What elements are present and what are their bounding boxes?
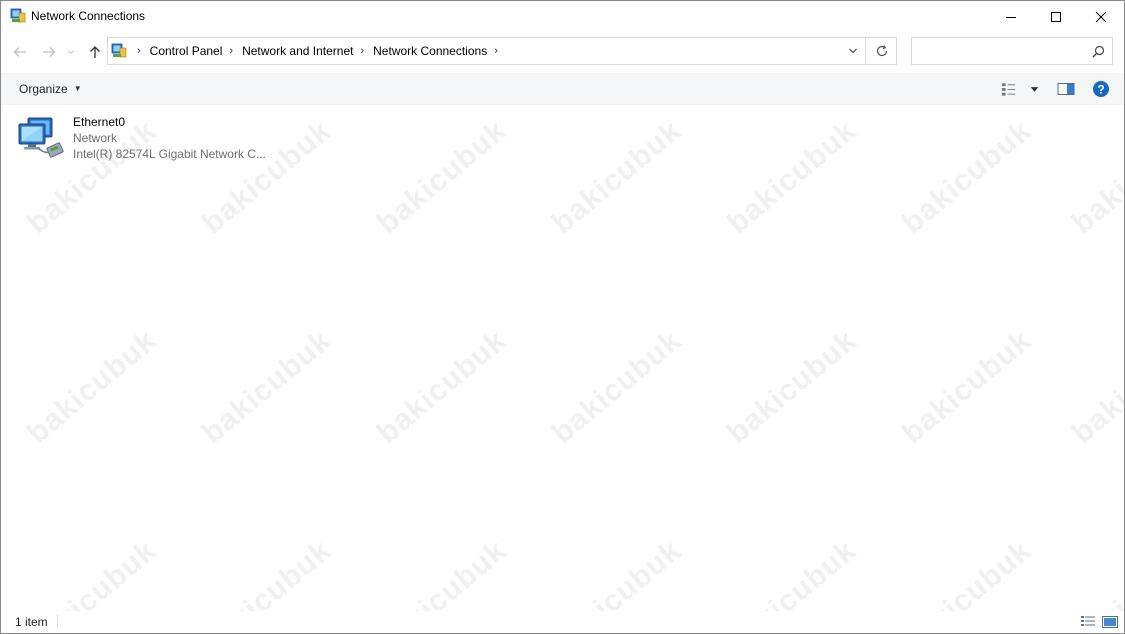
connection-adapter: Intel(R) 82574L Gigabit Network C... bbox=[73, 147, 266, 161]
connection-details: Ethernet0 Network Intel(R) 82574L Gigabi… bbox=[73, 114, 266, 162]
close-button[interactable] bbox=[1078, 1, 1124, 32]
network-adapter-icon bbox=[18, 117, 64, 158]
refresh-icon bbox=[876, 45, 888, 57]
view-options-icon bbox=[1001, 83, 1016, 96]
breadcrumb-separator[interactable]: › bbox=[130, 45, 150, 57]
help-icon: ? bbox=[1093, 81, 1109, 97]
arrow-left-icon bbox=[13, 47, 26, 57]
breadcrumb-separator[interactable]: › bbox=[487, 45, 507, 57]
connection-network: Network bbox=[73, 131, 118, 145]
address-bar[interactable]: › Control Panel › Network and Internet ›… bbox=[107, 37, 897, 65]
caret-down-icon bbox=[1030, 87, 1039, 92]
navigation-bar: › Control Panel › Network and Internet ›… bbox=[1, 32, 1124, 72]
command-bar: Organize ▼ ? bbox=[1, 73, 1124, 105]
watermark: bakicubuk bbox=[546, 113, 688, 241]
maximize-icon bbox=[1051, 11, 1061, 22]
breadcrumb-control-panel[interactable]: Control Panel bbox=[150, 44, 223, 58]
minimize-icon bbox=[1006, 16, 1016, 18]
up-button[interactable] bbox=[85, 42, 105, 62]
window-title: Network Connections bbox=[31, 9, 146, 23]
caret-down-icon: ▼ bbox=[73, 84, 82, 93]
network-connections-icon bbox=[10, 8, 26, 23]
file-list[interactable]: bakicubuk bakicubuk bakicubuk bakicubuk … bbox=[1, 105, 1125, 633]
watermark: bakicubuk bbox=[896, 323, 1038, 451]
watermark: bakicubuk bbox=[896, 113, 1038, 241]
breadcrumb-separator[interactable]: › bbox=[353, 45, 373, 57]
address-history-button[interactable] bbox=[842, 38, 864, 64]
explorer-window: Network Connections › Control Panel › Ne… bbox=[0, 0, 1125, 634]
control-panel-icon bbox=[111, 43, 127, 58]
organize-label: Organize bbox=[19, 81, 68, 96]
address-divider bbox=[865, 38, 866, 64]
search-box[interactable] bbox=[911, 37, 1113, 65]
chevron-down-icon bbox=[67, 50, 75, 55]
help-button[interactable]: ? bbox=[1091, 79, 1111, 99]
status-divider bbox=[57, 615, 58, 629]
breadcrumb-network-connections[interactable]: Network Connections bbox=[373, 44, 487, 58]
forward-button[interactable] bbox=[39, 42, 59, 62]
preview-pane-button[interactable] bbox=[1055, 79, 1077, 99]
arrow-right-icon bbox=[43, 47, 56, 57]
search-icon[interactable] bbox=[1092, 45, 1105, 58]
status-bar: 1 item bbox=[1, 611, 1124, 633]
arrow-up-icon bbox=[90, 46, 100, 58]
chevron-down-icon bbox=[849, 48, 857, 54]
organize-button[interactable]: Organize ▼ bbox=[13, 73, 88, 104]
watermark: bakicubuk bbox=[1066, 323, 1125, 451]
change-view-button[interactable] bbox=[1000, 78, 1042, 100]
svg-text:?: ? bbox=[1097, 82, 1104, 96]
refresh-button[interactable] bbox=[868, 38, 896, 64]
watermark: bakicubuk bbox=[371, 323, 513, 451]
item-count: 1 item bbox=[15, 615, 48, 629]
large-icons-view-icon[interactable] bbox=[1101, 614, 1119, 630]
watermark: bakicubuk bbox=[1066, 113, 1125, 241]
breadcrumb-network-and-internet[interactable]: Network and Internet bbox=[242, 44, 353, 58]
back-button[interactable] bbox=[10, 42, 30, 62]
preview-pane-icon bbox=[1057, 83, 1075, 95]
maximize-button[interactable] bbox=[1033, 1, 1079, 32]
watermark: bakicubuk bbox=[721, 113, 863, 241]
breadcrumb: › Control Panel › Network and Internet ›… bbox=[130, 38, 507, 64]
watermark: bakicubuk bbox=[21, 323, 163, 451]
recent-locations-button[interactable] bbox=[64, 42, 78, 62]
minimize-button[interactable] bbox=[988, 1, 1034, 32]
watermark: bakicubuk bbox=[546, 323, 688, 451]
watermark: bakicubuk bbox=[371, 113, 513, 241]
connection-name: Ethernet0 bbox=[73, 115, 126, 129]
breadcrumb-separator[interactable]: › bbox=[222, 45, 242, 57]
watermark: bakicubuk bbox=[721, 323, 863, 451]
details-view-icon[interactable] bbox=[1079, 614, 1097, 630]
close-icon bbox=[1095, 11, 1107, 22]
title-bar[interactable]: Network Connections bbox=[1, 1, 1124, 32]
connection-item-ethernet0[interactable]: Ethernet0 Network Intel(R) 82574L Gigabi… bbox=[16, 111, 276, 163]
search-input[interactable] bbox=[916, 42, 1090, 62]
watermark: bakicubuk bbox=[196, 323, 338, 451]
